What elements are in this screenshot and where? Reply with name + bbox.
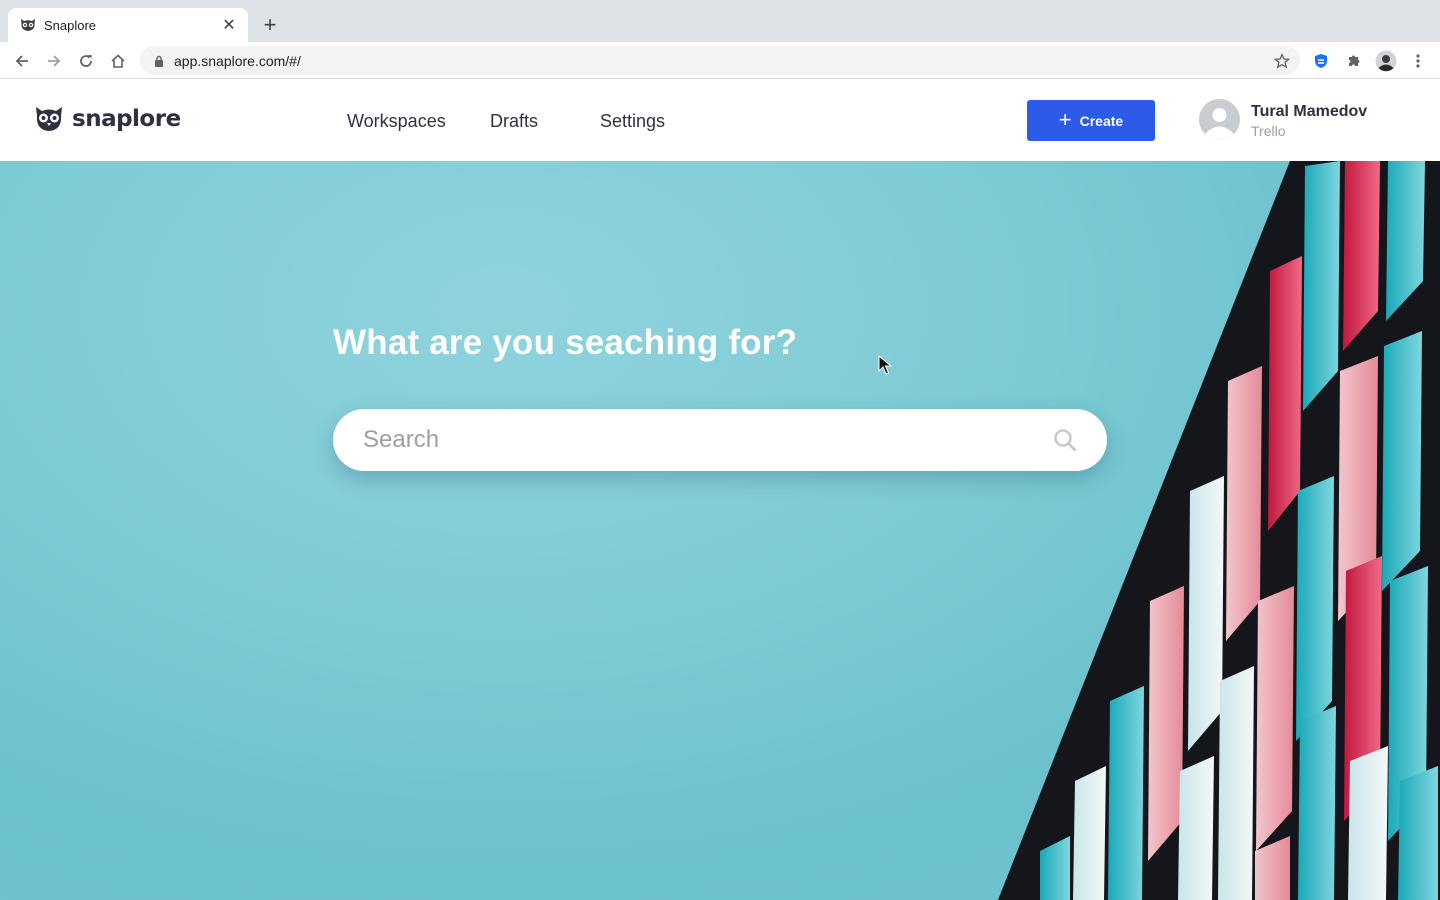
nav-settings[interactable]: Settings bbox=[600, 111, 665, 132]
search-bar[interactable] bbox=[333, 409, 1107, 471]
profile-avatar-icon[interactable] bbox=[1374, 49, 1398, 73]
search-input[interactable] bbox=[363, 426, 1051, 454]
hero-title: What are you seaching for? bbox=[333, 323, 798, 362]
user-org: Trello bbox=[1251, 123, 1286, 139]
forward-icon[interactable] bbox=[41, 48, 67, 74]
create-label: Create bbox=[1079, 112, 1124, 129]
owl-icon bbox=[20, 17, 36, 33]
shield-extension-icon[interactable] bbox=[1309, 49, 1333, 73]
browser-toolbar: app.snaplore.com/#/ bbox=[0, 42, 1440, 79]
star-icon[interactable] bbox=[1270, 49, 1294, 73]
create-button[interactable]: + Create bbox=[1027, 100, 1155, 141]
close-tab-icon[interactable]: ✕ bbox=[220, 16, 238, 34]
lock-icon[interactable] bbox=[152, 54, 166, 68]
app-header: snaplore Workspaces Drafts Settings + Cr… bbox=[0, 79, 1440, 161]
nav-drafts[interactable]: Drafts bbox=[490, 111, 538, 132]
url-text: app.snaplore.com/#/ bbox=[174, 52, 301, 69]
user-silhouette-icon bbox=[1199, 99, 1240, 140]
tab-title: Snaplore bbox=[44, 17, 97, 33]
browser-tabstrip: Snaplore ✕ + bbox=[0, 0, 1440, 42]
search-icon[interactable] bbox=[1051, 426, 1079, 454]
owl-logo-icon bbox=[36, 107, 62, 131]
puzzle-extension-icon[interactable] bbox=[1342, 49, 1366, 73]
hero-section: What are you seaching for? bbox=[0, 161, 1440, 900]
nav-workspaces[interactable]: Workspaces bbox=[347, 111, 446, 132]
mouse-cursor-icon bbox=[878, 355, 892, 375]
user-name[interactable]: Tural Mamedov bbox=[1251, 103, 1367, 121]
home-icon[interactable] bbox=[105, 48, 131, 74]
plus-icon: + bbox=[1058, 106, 1072, 132]
browser-tab[interactable]: Snaplore ✕ bbox=[8, 8, 248, 42]
new-tab-icon[interactable]: + bbox=[258, 13, 282, 37]
building-facade-image bbox=[998, 161, 1440, 900]
menu-kebab-icon[interactable] bbox=[1406, 49, 1430, 73]
back-icon[interactable] bbox=[9, 48, 35, 74]
user-avatar[interactable] bbox=[1199, 99, 1240, 140]
address-bar[interactable]: app.snaplore.com/#/ bbox=[140, 46, 1300, 75]
reload-icon[interactable] bbox=[73, 48, 99, 74]
logo-text: snaplore bbox=[72, 106, 181, 132]
logo[interactable]: snaplore bbox=[34, 105, 181, 133]
